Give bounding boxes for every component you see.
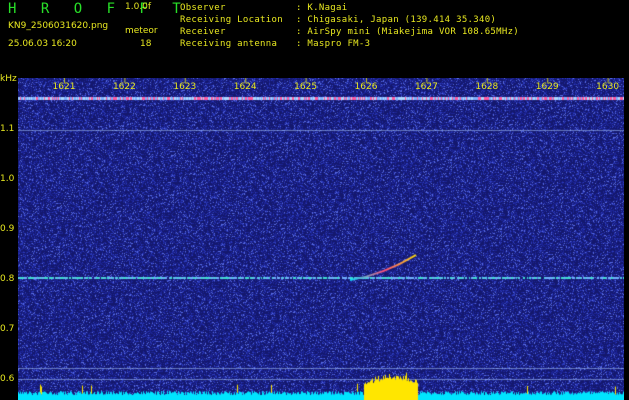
version-label: 1.0.0f (125, 2, 152, 12)
y-tick-label: 0.9 (0, 224, 15, 234)
receiver-value: : AirSpy mini (Miakejima VOR 108.65MHz) (296, 27, 520, 37)
mode-label: meteor (125, 26, 158, 36)
y-tick-label: 1.0 (0, 174, 15, 184)
datetime-label: 25.06.03 16:20 (8, 39, 77, 49)
antenna-value: : Maspro FM-3 (296, 39, 371, 49)
app-title: H R O F F T (8, 1, 189, 17)
x-tick-label: 1626 (354, 82, 378, 92)
location-label: Receiving Location (180, 15, 283, 25)
x-tick-label: 1622 (112, 82, 136, 92)
x-tick-label: 1623 (173, 82, 197, 92)
meteor-count: 18 (140, 39, 152, 49)
observer-label: Observer (180, 3, 226, 13)
x-tick-label: 1621 (52, 82, 76, 92)
x-tick-label: 1625 (294, 82, 318, 92)
y-tick-label: 0.7 (0, 324, 15, 334)
y-axis-unit: kHz (0, 74, 17, 84)
y-tick-label: 1.1 (0, 124, 15, 134)
y-tick-label: 0.6 (0, 374, 15, 384)
filename-label: KN9_2506031620.png (8, 21, 109, 31)
x-tick-label: 1628 (475, 82, 499, 92)
waterfall-spectrogram (18, 78, 624, 400)
observer-value: : K.Nagai (296, 3, 348, 13)
y-tick-label: 0.8 (0, 274, 15, 284)
receiver-label: Receiver (180, 27, 226, 37)
header-panel: H R O F F T 1.0.0f KN9_2506031620.png me… (0, 0, 629, 76)
x-tick-label: 1630 (596, 82, 620, 92)
antenna-label: Receiving antenna (180, 39, 278, 49)
x-tick-label: 1627 (414, 82, 438, 92)
x-tick-label: 1629 (535, 82, 559, 92)
x-tick-label: 1624 (233, 82, 257, 92)
location-value: : Chigasaki, Japan (139.414 35.340) (296, 15, 497, 25)
